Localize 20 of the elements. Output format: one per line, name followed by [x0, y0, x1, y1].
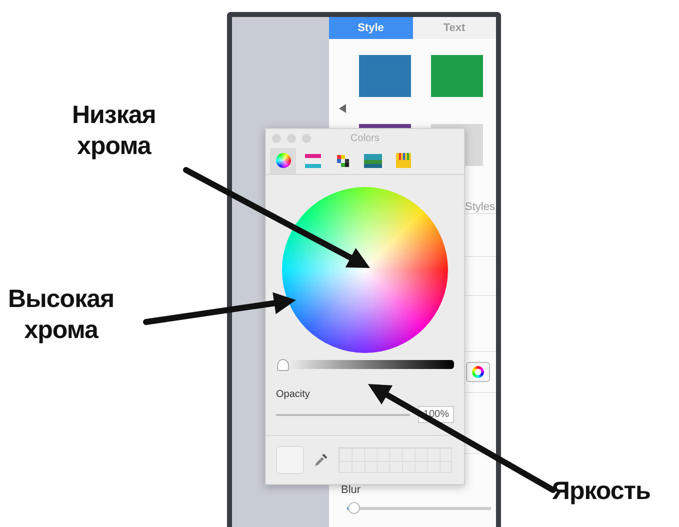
- eyedropper-icon[interactable]: [314, 453, 328, 467]
- annotation-label: Яркость: [552, 476, 650, 507]
- color-well-button[interactable]: [466, 362, 490, 382]
- sliders-icon: [305, 154, 321, 168]
- annotation-label: Низкая хрома: [72, 100, 156, 162]
- tab[interactable]: Style: [329, 17, 412, 39]
- style-swatch[interactable]: [359, 55, 411, 97]
- annotation-label: Высокая хрома: [8, 284, 114, 346]
- image-icon: [364, 154, 382, 168]
- window-title: Colors: [350, 132, 380, 144]
- blur-label: Blur: [341, 484, 362, 496]
- styles-label: Styles: [465, 201, 495, 213]
- palette-grid-icon: [337, 154, 349, 167]
- tab[interactable]: Text: [412, 17, 496, 39]
- previous-icon[interactable]: [339, 104, 346, 113]
- brightness-slider[interactable]: [276, 360, 454, 369]
- color-wheel-tab[interactable]: [270, 148, 296, 174]
- opacity-label: Opacity: [276, 389, 311, 400]
- pencils-icon: [396, 153, 410, 168]
- style-swatch[interactable]: [431, 55, 483, 97]
